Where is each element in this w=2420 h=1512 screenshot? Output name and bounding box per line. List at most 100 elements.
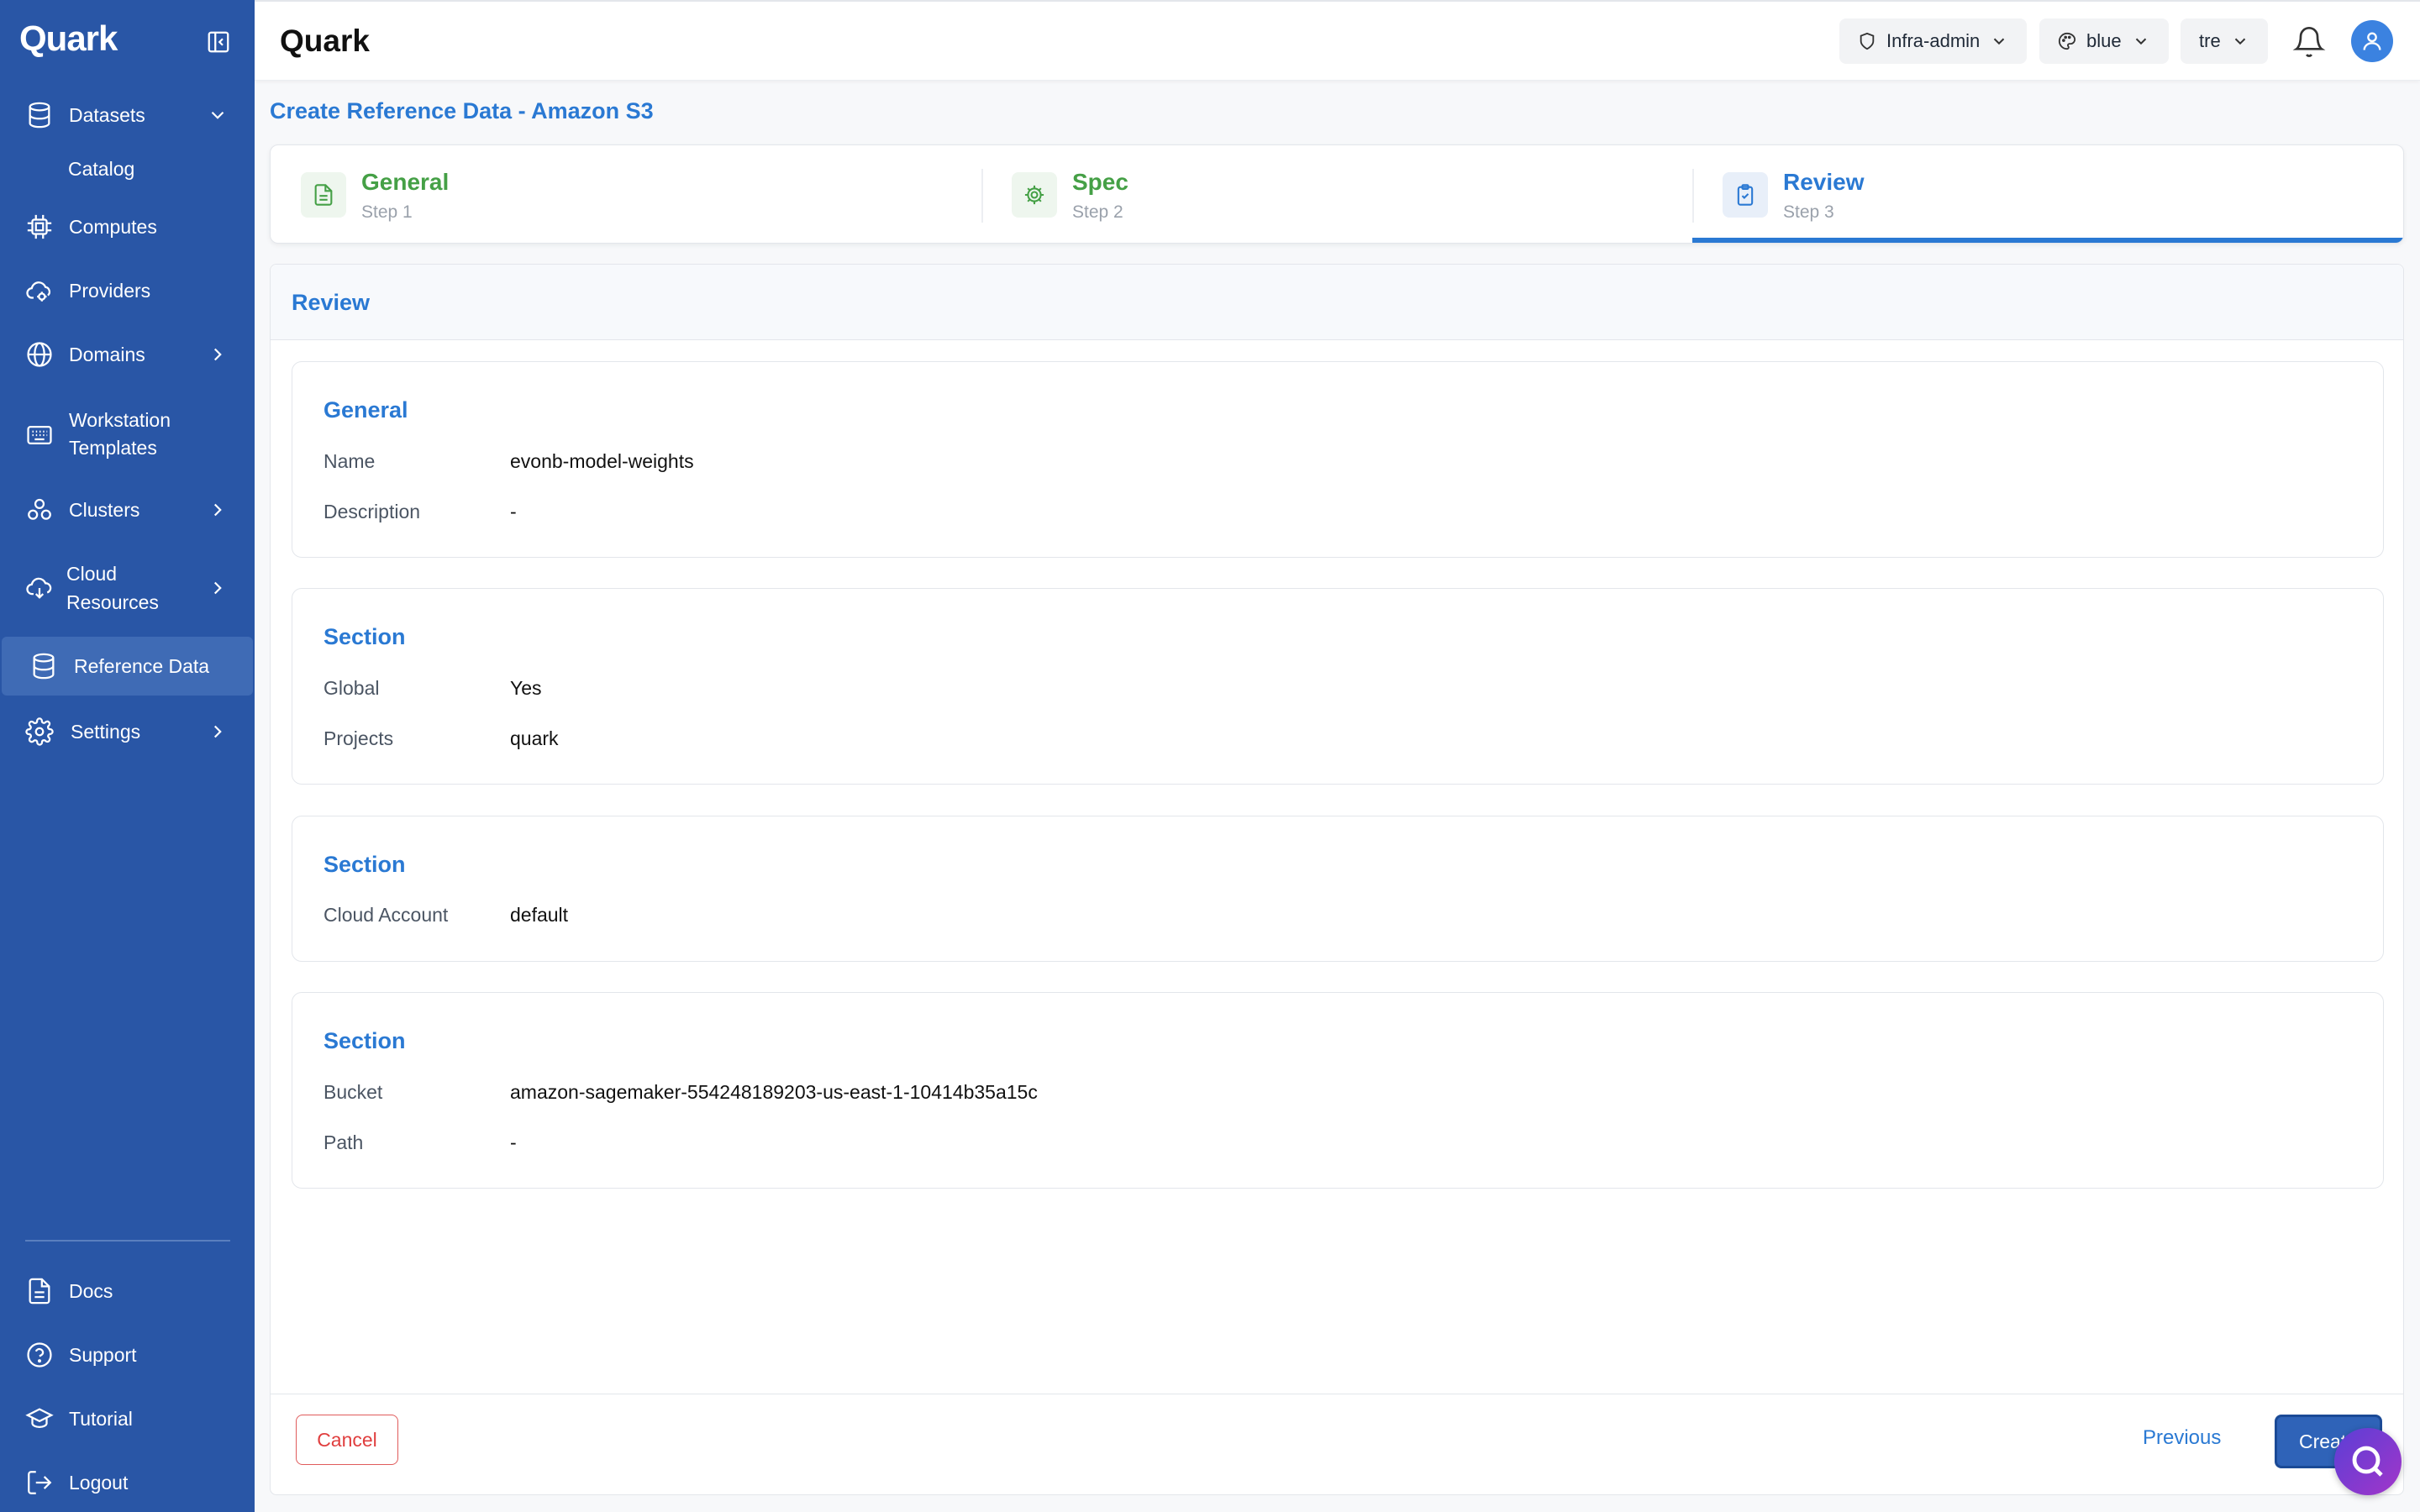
sidebar-item-label: Cloud Resources (66, 563, 159, 613)
field-label: Cloud Account (324, 904, 449, 926)
page-title: Create Reference Data - Amazon S3 (270, 98, 654, 123)
card-title: Section (324, 1028, 406, 1053)
step-name: General (361, 169, 450, 195)
sidebar-item-computes[interactable]: Computes (0, 213, 255, 241)
field-label: Bucket (324, 1081, 383, 1103)
review-header: Review (271, 265, 2403, 340)
theme-selector[interactable]: blue (2039, 18, 2169, 64)
sidebar-item-tutorial[interactable]: Tutorial (0, 1404, 255, 1433)
sidebar-item-label: Settings (71, 721, 141, 743)
sidebar-item-label: Tutorial (69, 1408, 133, 1430)
sidebar-item-label: Datasets (69, 104, 145, 126)
review-card-general: General Name evonb-model-weights Descrip… (292, 361, 2384, 558)
field-label: Path (324, 1131, 364, 1153)
step-name: Spec (1072, 169, 1128, 195)
cancel-button[interactable]: Cancel (296, 1415, 398, 1465)
palette-icon (2058, 32, 2076, 50)
document-icon (301, 172, 346, 218)
sidebar-item-label: Workstation Templates (69, 409, 171, 459)
wizard-stepper: General Step 1 Spec Step 2 Review Step 3 (270, 144, 2404, 244)
field-value: default (510, 904, 569, 926)
sidebar-item-workstation-templates[interactable]: Workstation Templates (0, 407, 255, 464)
sidebar-item-settings[interactable]: Settings (0, 717, 255, 746)
clipboard-check-icon (1723, 172, 1768, 218)
field-value: Yes (510, 677, 542, 699)
sidebar-item-logout[interactable]: Logout (0, 1468, 255, 1497)
sidebar-item-label: Reference Data (74, 655, 210, 677)
field-label: Global (324, 677, 380, 699)
step-spec[interactable]: Spec Step 2 (981, 145, 1692, 243)
sidebar-item-catalog[interactable]: Catalog (68, 158, 134, 181)
sidebar-item-reference-data[interactable]: Reference Data (2, 637, 253, 696)
card-title: Section (324, 624, 406, 649)
chip-icon (25, 213, 54, 241)
chevron-down-icon (2132, 32, 2150, 50)
chevron-right-icon (207, 721, 229, 743)
gear-icon (1012, 172, 1057, 218)
shield-icon (1858, 32, 1876, 50)
globe-icon (25, 340, 54, 369)
field-value: amazon-sagemaker-554248189203-us-east-1-… (510, 1081, 1038, 1103)
field-label: Description (324, 501, 421, 522)
app-title: Quark (280, 24, 370, 58)
step-number: Step 3 (1783, 202, 1834, 222)
sidebar-item-label: Computes (69, 216, 157, 238)
step-number: Step 1 (361, 202, 413, 222)
field-label: Name (324, 450, 376, 472)
step-number: Step 2 (1072, 202, 1123, 222)
database-icon (25, 101, 54, 129)
chat-assistant-icon[interactable] (2334, 1428, 2402, 1495)
gear-icon (25, 717, 54, 746)
chevron-right-icon (207, 499, 229, 521)
previous-button[interactable]: Previous (2143, 1426, 2221, 1450)
sidebar-item-datasets[interactable]: Datasets (0, 101, 255, 129)
document-icon (25, 1277, 54, 1305)
theme-label: blue (2086, 30, 2122, 51)
sidebar-item-support[interactable]: Support (0, 1341, 255, 1369)
sidebar-item-domains[interactable]: Domains (0, 340, 255, 369)
sidebar-collapse-icon[interactable] (206, 29, 231, 55)
sidebar-item-label: Logout (69, 1472, 129, 1494)
cluster-icon (25, 496, 54, 524)
chevron-down-icon (207, 104, 229, 126)
sidebar-item-providers[interactable]: Providers (0, 276, 255, 305)
app-logo[interactable]: Quark (19, 18, 118, 59)
sidebar-divider (25, 1240, 230, 1242)
chevron-down-icon (2231, 32, 2249, 50)
role-label: Infra-admin (1886, 30, 1981, 51)
review-title: Review (292, 290, 371, 315)
field-value: evonb-model-weights (510, 450, 694, 472)
field-value: - (510, 1131, 517, 1153)
user-label: tre (2199, 30, 2221, 51)
user-icon (2360, 29, 2384, 53)
role-selector[interactable]: Infra-admin (1839, 18, 2028, 64)
card-title: Section (324, 852, 406, 877)
sidebar-item-label: Support (69, 1344, 137, 1366)
user-selector[interactable]: tre (2181, 18, 2268, 64)
review-card-section: Section Bucket amazon-sagemaker-55424818… (292, 992, 2384, 1189)
cloud-gear-icon (25, 276, 54, 305)
sidebar-item-clusters[interactable]: Clusters (0, 496, 255, 524)
step-review[interactable]: Review Step 3 (1692, 145, 2403, 243)
review-panel: Review General Name evonb-model-weights … (270, 264, 2404, 1495)
sidebar-item-label: Docs (69, 1280, 113, 1302)
graduation-cap-icon (25, 1404, 54, 1433)
card-title: General (324, 397, 408, 423)
user-avatar[interactable] (2351, 20, 2393, 62)
step-name: Review (1783, 169, 1865, 195)
sidebar-item-cloud-resources[interactable]: Cloud Resources (0, 559, 255, 617)
sidebar-item-label: Clusters (69, 499, 140, 521)
sidebar-item-label: Domains (69, 344, 145, 365)
active-step-indicator (1692, 238, 2403, 243)
notifications-bell-icon[interactable] (2292, 25, 2326, 59)
database-icon (29, 652, 58, 680)
step-general[interactable]: General Step 1 (271, 145, 981, 243)
review-card-section: Section Global Yes Projects quark (292, 588, 2384, 785)
field-label: Projects (324, 727, 394, 749)
logout-icon (25, 1468, 54, 1497)
top-bar: Quark Infra-admin blue tre (255, 0, 2420, 81)
sidebar-item-docs[interactable]: Docs (0, 1277, 255, 1305)
chevron-down-icon (1990, 32, 2008, 50)
field-value: - (510, 501, 517, 522)
keyboard-icon (25, 421, 54, 449)
